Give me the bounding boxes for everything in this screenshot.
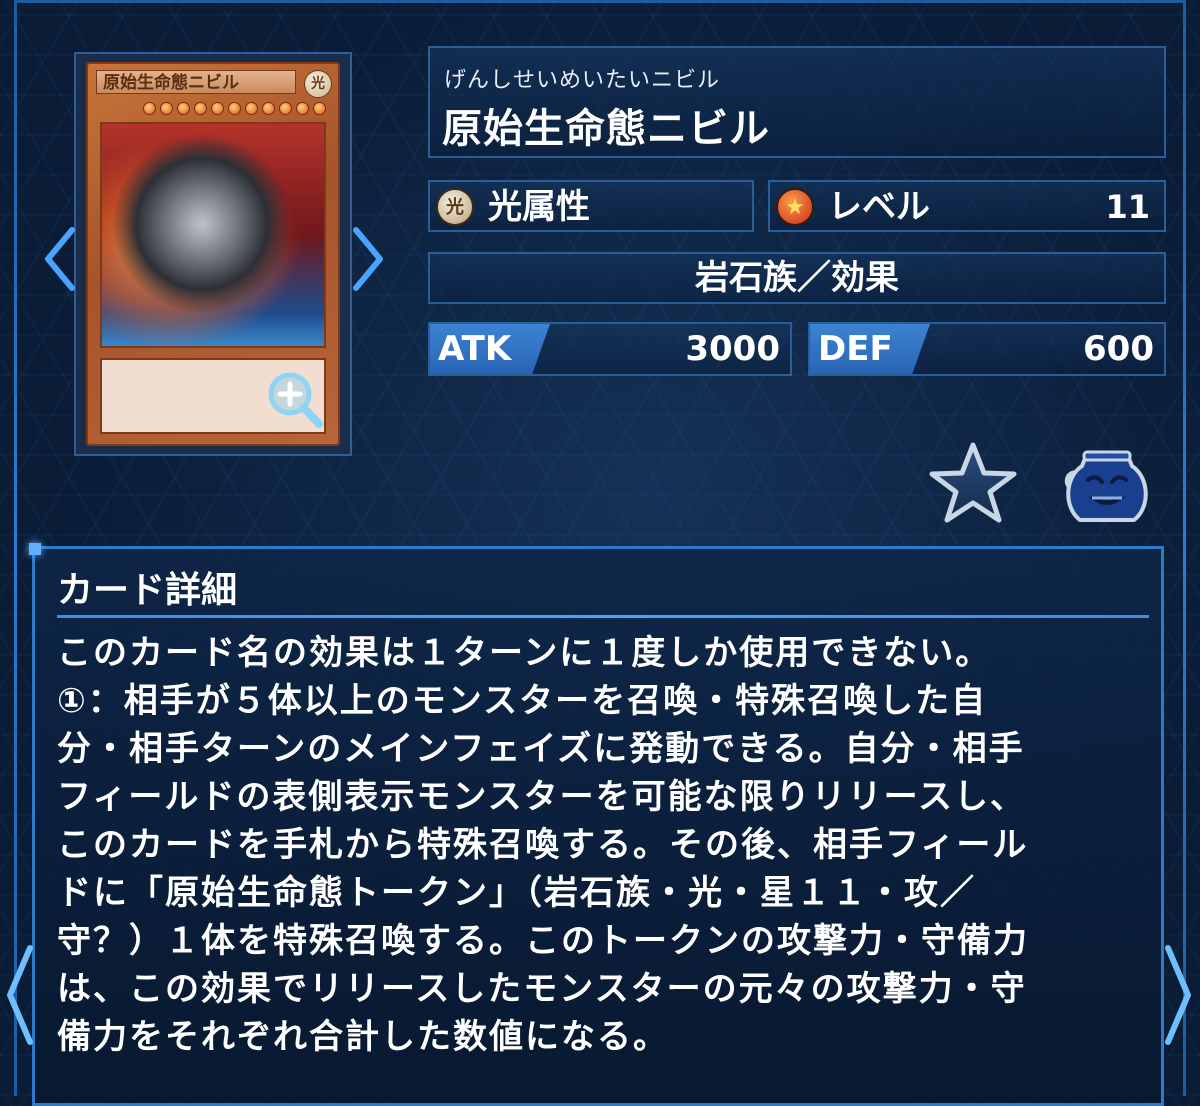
level-star-icon	[279, 102, 292, 115]
effect-text-line: 分・相手ターンのメインフェイズに発動できる。自分・相手	[57, 729, 1025, 769]
next-card-chevron-right-icon[interactable]	[348, 224, 388, 294]
card-image-name: 原始生命態ニビル	[96, 70, 296, 94]
level-star-icon	[262, 102, 275, 115]
card-details-title: カード詳細	[57, 570, 238, 611]
level-star-icon	[313, 102, 326, 115]
atk-value: 3000	[685, 329, 780, 369]
level-star-icon	[245, 102, 258, 115]
level-star-icon	[177, 102, 190, 115]
card-effect-text: このカード名の効果は１ターンに１度しか使用できない。 ①：相手が５体以上のモンス…	[57, 629, 1157, 1061]
level-star-icon	[194, 102, 207, 115]
card-details-divider	[57, 615, 1149, 618]
effect-text-line: 備力をそれぞれ合計した数値になる。	[57, 1017, 669, 1057]
card-image-level-stars	[106, 102, 326, 116]
level-star-icon	[296, 102, 309, 115]
def-box: DEF 600	[808, 322, 1166, 376]
page-next-chevron-right-icon[interactable]	[1162, 940, 1196, 1050]
def-value: 600	[1083, 329, 1154, 369]
card-details-panel: カード詳細 このカード名の効果は１ターンに１度しか使用できない。 ①：相手が５体…	[29, 543, 1164, 1106]
effect-text-line: ①：相手が５体以上のモンスターを召喚・特殊召喚した自	[57, 681, 988, 721]
frame-left-border	[14, 0, 17, 1096]
card-image-frame[interactable]: 原始生命態ニビル 光	[74, 52, 352, 456]
pot-of-greed-icon[interactable]	[1058, 444, 1156, 526]
level-value: 11	[1105, 188, 1150, 226]
level-star-icon	[211, 102, 224, 115]
frame-right-border	[1183, 0, 1186, 1096]
effect-text-line: フィールドの表側表示モンスターを可能な限りリリースし、	[57, 777, 1026, 817]
def-label: DEF	[818, 329, 893, 369]
light-attribute-icon: 光	[436, 188, 474, 226]
card-image-attribute-icon: 光	[304, 70, 332, 98]
zoom-in-icon[interactable]	[266, 370, 324, 430]
card-name: 原始生命態ニビル	[442, 106, 770, 152]
page-prev-chevron-left-icon[interactable]	[2, 940, 36, 1050]
effect-text-line: 守？）１体を特殊召喚する。このトークンの攻撃力・守備力	[57, 921, 1029, 961]
monster-type: 岩石族／効果	[428, 252, 1166, 304]
level-star-icon	[160, 102, 173, 115]
card-artwork	[100, 122, 326, 348]
effect-text-line: は、この効果でリリースしたモンスターの元々の攻撃力・守	[57, 969, 1027, 1009]
atk-box: ATK 3000	[428, 322, 792, 376]
attribute-box: 光 光属性	[428, 180, 754, 232]
effect-text-line: このカードを手札から特殊召喚する。その後、相手フィール	[57, 825, 1029, 865]
favorite-star-icon[interactable]	[928, 440, 1018, 524]
effect-text-line: このカード名の効果は１ターンに１度しか使用できない。	[57, 633, 992, 673]
previous-card-chevron-left-icon[interactable]	[40, 224, 80, 294]
card-name-reading: げんしせいめいたいニビル	[444, 68, 721, 93]
effect-text-line: ドに「原始生命態トークン」（岩石族・光・星１１・攻／	[57, 873, 976, 913]
level-star-badge-icon: ★	[776, 188, 814, 226]
frame-top-border	[14, 0, 1186, 3]
level-star-icon	[228, 102, 241, 115]
attribute-label: 光属性	[488, 187, 590, 227]
level-star-icon	[143, 102, 156, 115]
level-box: ★ レベル 11	[768, 180, 1166, 232]
card-name-panel: げんしせいめいたいニビル 原始生命態ニビル	[428, 46, 1166, 158]
atk-label: ATK	[438, 329, 512, 369]
level-label: レベル	[828, 187, 930, 227]
